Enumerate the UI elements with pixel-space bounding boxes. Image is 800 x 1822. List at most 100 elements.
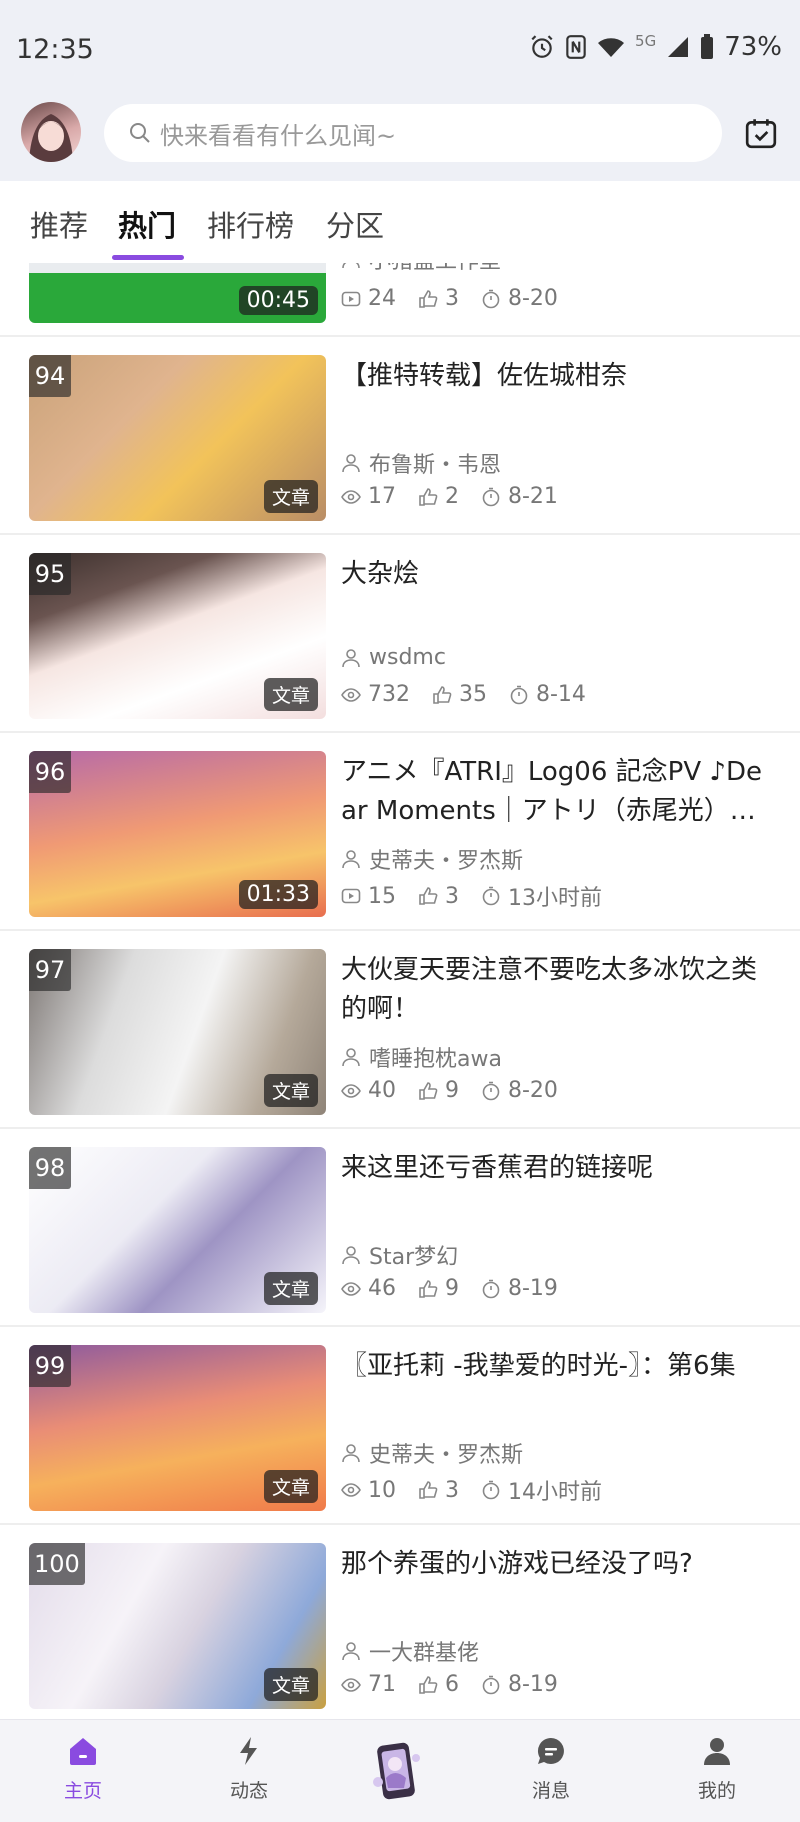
calendar-check-icon[interactable] [744,116,778,150]
author-name: 嗜睡抱枕awa [369,1047,502,1072]
post-date: 8-19 [508,1276,558,1301]
center-action-button[interactable] [368,1738,426,1804]
item-stats: 10 3 14小时前 [341,1474,602,1506]
item-title: 大杂烩 [341,559,420,589]
item-author: Star梦幻 [341,1239,458,1271]
user-icon [342,1246,360,1265]
eye-icon [341,1281,361,1296]
user-icon [342,263,360,269]
search-placeholder: 快来看看有什么见闻~ [160,121,397,150]
item-title: アニメ『ATRI』Log06 記念PV ♪Dear Moments｜アトリ（赤尾… [341,757,762,826]
rank-badge: 94 [29,355,71,397]
post-date: 8-14 [536,682,586,707]
like-count: 2 [445,484,459,509]
item-stats: 24 3 8-20 [341,286,558,311]
search-icon [130,123,150,143]
list-item[interactable]: 94 文章 【推特转载】佐佐城柑奈 布鲁斯・韦恩 17 2 8-21 [0,337,800,535]
post-date: 14小时前 [508,1480,602,1505]
nav-dynamics[interactable]: 动态 [199,1734,299,1803]
view-count: 71 [368,1672,396,1697]
tab-sections[interactable]: 分区 [326,203,384,245]
post-date: 8-19 [508,1672,558,1697]
list-item[interactable]: 95 文章 大杂烩 wsdmc 732 35 8-14 [0,535,800,733]
user-icon [342,1642,360,1661]
list-item[interactable]: 96 01:33 アニメ『ATRI』Log06 記念PV ♪Dear Momen… [0,733,800,931]
list-item[interactable]: 00:45 小猪盒工作室 24 3 8-20 [0,263,800,337]
view-count: 17 [368,484,396,509]
item-title: 那个养蛋的小游戏已经没了吗? [341,1549,693,1579]
type-badge: 文章 [263,480,318,513]
item-thumbnail: 99 文章 [29,1345,326,1511]
view-count: 10 [368,1477,396,1503]
view-count: 732 [368,682,410,707]
status-bar: 12:35 5G 73% [0,0,800,100]
hot-list: 00:45 小猪盒工作室 24 3 8-20 94 文章 【推特转载】佐佐城柑奈… [0,263,800,1719]
thumbs-up-icon [419,1675,438,1694]
type-badge: 文章 [263,1668,318,1701]
thumbs-up-icon [419,1081,438,1100]
user-icon [342,1444,360,1463]
like-count: 6 [445,1672,459,1697]
item-author: 布鲁斯・韦恩 [341,447,501,479]
type-badge: 文章 [263,1272,318,1305]
video-play-icon [341,888,361,904]
item-stats: 40 9 8-20 [341,1078,558,1103]
tab-ranking[interactable]: 排行榜 [207,203,294,245]
message-icon [537,1737,564,1764]
like-count: 9 [445,1276,459,1301]
type-badge: 文章 [263,678,318,711]
item-title: 大伙夏天要注意不要吃太多冰饮之类的啊！ [341,955,758,1024]
nav-profile[interactable]: 我的 [667,1734,767,1803]
timer-icon [510,685,528,704]
status-icons: 5G 73% [529,32,782,62]
view-count: 40 [368,1078,396,1103]
user-icon [342,850,360,869]
post-date: 13小时前 [508,886,602,911]
user-icon [342,648,360,667]
author-name: Star梦幻 [369,1245,459,1270]
user-profile-icon [704,1738,730,1765]
list-item[interactable]: 99 文章 〖亚托莉 -我挚爱的时光-〗：第6集 史蒂夫・罗杰斯 10 3 14… [0,1327,800,1525]
like-count: 35 [459,682,487,707]
item-thumbnail: 97 文章 [29,949,326,1115]
type-badge: 文章 [263,1470,318,1503]
nav-label: 消息 [531,1780,570,1802]
tab-recommend[interactable]: 推荐 [30,203,88,245]
video-play-icon [341,291,361,306]
list-item[interactable]: 97 文章 大伙夏天要注意不要吃太多冰饮之类的啊！ 嗜睡抱枕awa 40 9 8… [0,931,800,1129]
eye-icon [341,1083,361,1098]
thumbs-up-icon [419,1279,438,1298]
signal-icon [668,37,689,57]
like-count: 9 [445,1078,459,1103]
item-thumbnail: 98 文章 [29,1147,326,1313]
lightning-icon [240,1737,257,1765]
active-tab-indicator [112,255,184,260]
item-author: 史蒂夫・罗杰斯 [341,1437,523,1469]
duration-badge: 01:33 [238,880,318,909]
list-item[interactable]: 100 文章 那个养蛋的小游戏已经没了吗? 一大群基佬 71 6 8-19 [0,1525,800,1719]
timer-icon [482,1480,500,1500]
thumbs-up-icon [419,887,438,905]
item-stats: 46 9 8-19 [341,1276,558,1301]
search-bar[interactable]: 快来看看有什么见闻~ [104,104,722,162]
rank-badge: 99 [29,1345,71,1387]
bottom-nav: 主页 动态 消息 我的 [0,1719,800,1822]
nav-home[interactable]: 主页 [33,1734,133,1803]
item-stats: 732 35 8-14 [341,682,586,707]
like-count: 3 [445,883,459,909]
list-item[interactable]: 98 文章 来这里还亏香蕉君的链接呢 Star梦幻 46 9 8-19 [0,1129,800,1327]
timer-icon [482,487,500,506]
battery-percent: 73% [724,32,782,62]
rank-badge: 95 [29,553,71,595]
author-name: wsdmc [369,645,446,670]
tab-hot[interactable]: 热门 [118,203,176,245]
item-thumbnail: 95 文章 [29,553,326,719]
author-name: 史蒂夫・罗杰斯 [369,849,524,874]
user-avatar[interactable] [21,102,81,162]
rank-badge: 96 [29,751,71,793]
home-icon [70,1738,96,1765]
item-author: 小猪盒工作室 [341,263,501,275]
nav-messages[interactable]: 消息 [501,1734,601,1803]
app-header: 快来看看有什么见闻~ [0,100,800,181]
post-date: 8-20 [508,286,558,311]
